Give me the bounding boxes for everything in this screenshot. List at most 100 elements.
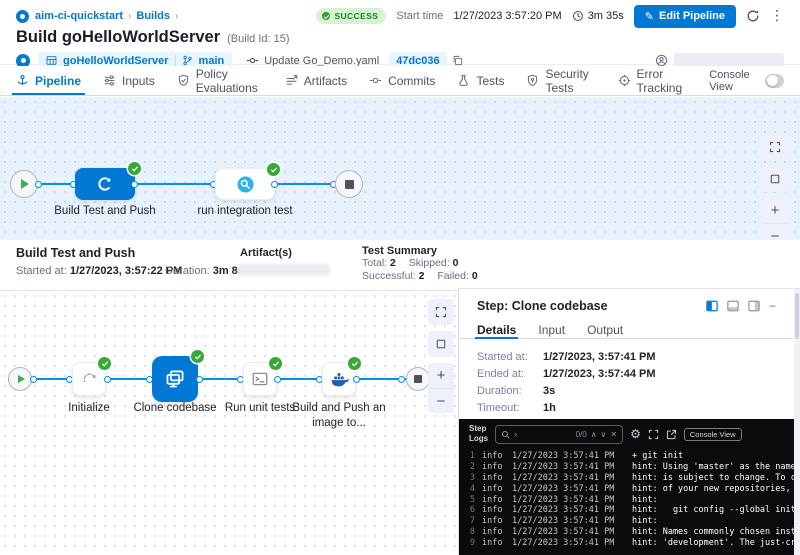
start-time-label: Start time <box>396 10 443 22</box>
tab-commits[interactable]: Commits <box>369 66 435 95</box>
breadcrumb-project[interactable]: aim-ci-quickstart <box>35 10 123 22</box>
test-summary-title: Test Summary <box>362 245 437 257</box>
log-line-number: 8 <box>459 527 475 537</box>
search-next-icon[interactable]: ∨ <box>601 430 607 439</box>
log-search-box[interactable]: › 0/0 ∧ ∨ ✕ <box>495 425 623 444</box>
inputs-icon <box>103 74 116 87</box>
step-pipeline-canvas[interactable]: Initialize Clone codebase Run unit tests <box>0 290 458 555</box>
console-view-label: Console View <box>709 69 757 93</box>
test-summary-line2: Successful: 2 Failed: 0 <box>362 270 478 282</box>
zoom-in-button[interactable]: + <box>762 198 788 223</box>
log-line: 6 info 1/27/2023 3:57:41 PM hint: git co… <box>459 505 795 516</box>
success-check-badge <box>98 357 111 370</box>
step-node-initialize[interactable] <box>72 362 106 396</box>
edit-pipeline-button[interactable]: ✎ Edit Pipeline <box>634 5 736 28</box>
log-settings-gear-icon[interactable]: ⚙ <box>630 427 641 441</box>
zoom-in-button[interactable]: + <box>428 363 454 388</box>
step-node-clone-codebase[interactable] <box>152 356 198 402</box>
log-level: info <box>482 527 512 537</box>
log-message: hint: Names commonly chosen instead of <box>632 527 795 537</box>
stage-pipeline-canvas[interactable]: Build Test and Push run integration test… <box>0 97 800 240</box>
log-timestamp: 1/27/2023 3:57:41 PM <box>512 495 632 505</box>
step-node-build-and-push[interactable] <box>322 362 356 396</box>
console-view-button[interactable]: Console View <box>684 428 742 441</box>
pipeline-start-node[interactable] <box>10 170 38 198</box>
divider <box>175 55 176 67</box>
execution-tabbar: Pipeline Inputs Policy Evaluations Artif… <box>0 66 800 96</box>
step-detail-rows: Started at: 1/27/2023, 3:57:41 PM Ended … <box>459 339 800 416</box>
panel-scrollbar[interactable] <box>794 289 800 555</box>
expand-canvas-button[interactable] <box>762 134 788 160</box>
repository-icon <box>46 55 57 66</box>
tab-artifacts[interactable]: Artifacts <box>285 66 347 95</box>
tab-inputs[interactable]: Inputs <box>103 66 155 95</box>
detail-row: Timeout: 1h <box>477 399 800 416</box>
log-timestamp: 1/27/2023 3:57:41 PM <box>512 527 632 537</box>
step-start-node[interactable] <box>8 367 32 391</box>
fit-to-view-button[interactable] <box>762 166 788 192</box>
log-level: info <box>482 484 512 494</box>
log-line: 7 info 1/27/2023 3:57:41 PM hint: <box>459 516 795 527</box>
copy-icon[interactable] <box>452 55 463 66</box>
console-view-toggle[interactable] <box>765 74 784 88</box>
tab-error-tracking[interactable]: Error Tracking <box>618 66 688 95</box>
more-options-icon[interactable]: ⋮ <box>770 8 784 24</box>
step-node-run-unit-tests[interactable] <box>243 362 277 396</box>
zoom-out-button[interactable]: − <box>428 388 454 413</box>
connector-dot <box>353 376 360 383</box>
log-open-external-icon[interactable] <box>666 429 677 440</box>
clock-icon <box>572 10 584 22</box>
docker-whale-icon <box>330 370 349 389</box>
success-check-badge <box>191 350 204 363</box>
fit-to-view-button[interactable] <box>428 331 454 357</box>
stage-label: Build Test and Push <box>45 204 165 219</box>
log-line: 2 info 1/27/2023 3:57:41 PM hint: Using … <box>459 462 795 473</box>
log-fullscreen-icon[interactable] <box>648 429 659 440</box>
tab-details[interactable]: Details <box>477 323 516 338</box>
log-timestamp: 1/27/2023 3:57:41 PM <box>512 473 632 483</box>
branch-name[interactable]: main <box>199 55 225 67</box>
pipeline-icon <box>16 74 29 87</box>
tab-output[interactable]: Output <box>587 323 623 338</box>
build-execution-page: aim-ci-quickstart › Builds › SUCCESS Sta… <box>0 0 800 555</box>
minimize-panel-icon[interactable]: − <box>769 299 776 313</box>
flask-icon <box>457 74 470 87</box>
stage-node-run-integration-test[interactable] <box>215 168 275 200</box>
log-line-number: 2 <box>459 462 475 472</box>
tab-input[interactable]: Input <box>538 323 565 338</box>
log-message: hint: 'development'. The just-created b <box>632 538 795 548</box>
refresh-icon[interactable] <box>746 9 760 23</box>
layout-right-view-icon[interactable] <box>748 300 760 312</box>
log-message: hint: of your new repositories, which w <box>632 484 795 494</box>
error-tracking-icon <box>618 74 631 87</box>
stage-node-build-test-and-push[interactable] <box>75 168 135 200</box>
breadcrumb-builds[interactable]: Builds <box>136 10 170 22</box>
tab-policy-evaluations[interactable]: Policy Evaluations <box>177 66 263 95</box>
artifact-value-redacted <box>238 264 330 276</box>
tab-pipeline[interactable]: Pipeline <box>16 66 81 95</box>
log-search-input[interactable] <box>521 429 549 439</box>
repo-name[interactable]: goHelloWorldServer <box>63 55 169 67</box>
detail-label: Ended at: <box>477 368 543 380</box>
stage-duration: Duration: 3m 8s <box>165 265 244 277</box>
breadcrumb-separator-icon: › <box>175 11 178 22</box>
search-prev-icon[interactable]: ∧ <box>591 430 597 439</box>
detail-label: Duration: <box>477 385 543 397</box>
log-line: 4 info 1/27/2023 3:57:41 PM hint: of you… <box>459 483 795 494</box>
commit-message[interactable]: Update Go_Demo.yaml <box>264 55 379 67</box>
page-title: Build goHelloWorldServer <box>16 28 220 47</box>
tab-tests[interactable]: Tests <box>457 66 504 95</box>
search-clear-icon[interactable]: ✕ <box>610 430 617 439</box>
expand-canvas-button[interactable] <box>428 299 454 325</box>
layout-split-view-icon[interactable] <box>706 300 718 312</box>
tab-security-tests[interactable]: Security Tests <box>526 66 595 95</box>
step-panel-title: Step: Clone codebase <box>477 299 608 313</box>
layout-bottom-view-icon[interactable] <box>727 300 739 312</box>
pipeline-end-node[interactable] <box>335 170 363 198</box>
log-message: hint: <box>632 516 795 526</box>
step-detail-panel: Step: Clone codebase − Details Input Out… <box>458 288 800 555</box>
log-level: info <box>482 462 512 472</box>
step-end-node[interactable] <box>406 367 430 391</box>
log-level: info <box>482 538 512 548</box>
terminal-icon <box>251 370 269 388</box>
